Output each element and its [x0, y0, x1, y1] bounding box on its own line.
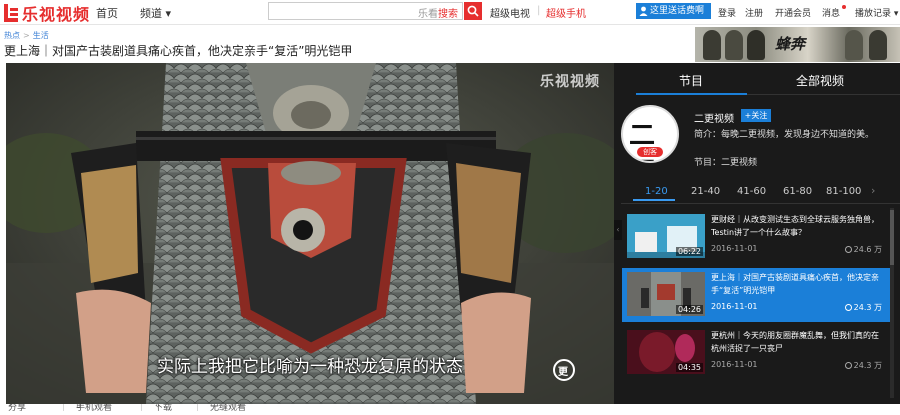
video-date: 2016-11-01: [711, 244, 758, 253]
banner-figure: [725, 30, 743, 60]
avatar-badge: 创客: [637, 147, 663, 157]
search-input[interactable]: [273, 4, 403, 18]
playlist-item[interactable]: 04:35 更杭州｜今天的朋友圈群魔乱舞，但我们真的在杭州活捉了一只丧尸 201…: [622, 326, 890, 380]
promo-user-label: 这里送话费啊: [650, 6, 705, 16]
logo-mark-icon: [4, 3, 18, 22]
channel-avatar[interactable]: 二更 创客: [621, 105, 679, 163]
page-tab-21-40[interactable]: 21-40: [691, 186, 720, 197]
search-icon: [467, 5, 479, 17]
breadcrumb-separator: >: [23, 31, 30, 40]
nav-super-tv-link[interactable]: 超级电视: [490, 5, 530, 20]
video-player[interactable]: 乐视视频 实际上我把它比喻为一种恐龙复原的状态 更: [6, 63, 614, 404]
page-tab-41-60[interactable]: 41-60: [737, 186, 766, 197]
follow-button[interactable]: +关注: [741, 109, 771, 122]
channel-name[interactable]: 二更视频: [694, 110, 734, 125]
active-page-indicator: [633, 199, 675, 201]
action-bar: ↗ 分享 | ▯ 手机观看 | ⇩ 下载 | ▭ 无缝观看: [0, 404, 900, 415]
video-duration: 04:35: [675, 363, 703, 372]
tab-programs[interactable]: 节目: [679, 72, 703, 89]
channel-program: 节目：二更视频: [694, 158, 758, 168]
nav-home-link[interactable]: 首页: [96, 5, 118, 21]
nav-super-phone-link[interactable]: 超级手机: [546, 5, 586, 20]
nav-separator: |: [537, 5, 541, 16]
active-tab-indicator: [636, 93, 747, 95]
page-tab-1-20[interactable]: 1-20: [645, 186, 668, 197]
channel-intro: 简介：每晚二更视频，发现身边不知道的美。: [694, 130, 875, 140]
playlist-item[interactable]: 06:22 更财经｜从改变测试生态到全球云服务独角兽，Testin讲了一个什么故…: [622, 210, 890, 264]
search-button[interactable]: [464, 2, 482, 20]
video-thumbnail: 04:26: [627, 272, 705, 316]
video-title[interactable]: 更杭州｜今天的朋友圈群魔乱舞，但我们真的在杭州活捉了一只丧尸: [711, 329, 883, 355]
video-views: 24.3 万: [844, 302, 882, 313]
video-title[interactable]: 更财经｜从改变测试生态到全球云服务独角兽，Testin讲了一个什么故事？: [711, 213, 883, 239]
message-dot-icon: [842, 5, 846, 9]
banner-figure: [703, 30, 721, 60]
action-separator: |: [62, 404, 66, 412]
action-separator: |: [140, 404, 144, 412]
views-icon: [844, 304, 852, 311]
player-watermark: 乐视视频: [540, 74, 600, 90]
messages-link[interactable]: 消息: [822, 6, 840, 19]
action-separator: |: [196, 404, 200, 412]
playlist-item-current[interactable]: 04:26 更上海｜对国产古装剧道具痛心疾首，他决定亲手“复活”明光铠甲 201…: [622, 268, 890, 322]
open-vip-link[interactable]: 开通会员: [775, 6, 811, 19]
breadcrumb-life[interactable]: 生活: [33, 31, 49, 40]
video-duration: 06:22: [675, 247, 703, 256]
page-tab-81-100[interactable]: 81-100: [826, 186, 861, 197]
search-box: 乐看搜索: [268, 2, 463, 20]
logo-text: 乐视视频: [22, 4, 91, 24]
page-title: 更上海｜对国产古装剧道具痛心疾首，他决定亲手“复活”明光铠甲: [4, 44, 353, 58]
top-nav: 乐视视频 首页 频道 ▾ 乐看搜索 超级电视 | 超级手机 这里送话费啊 登录 …: [0, 0, 900, 25]
banner-title: 蜂奔: [775, 35, 806, 53]
nav-channel-dropdown[interactable]: 频道 ▾: [140, 5, 171, 21]
page-tab-61-80[interactable]: 61-80: [783, 186, 812, 197]
video-title[interactable]: 更上海｜对国产古装剧道具痛心疾首，他决定亲手“复活”明光铠甲: [711, 271, 883, 297]
channel-watermark-icon: 更: [553, 359, 575, 381]
login-link[interactable]: 登录: [718, 6, 736, 19]
sidebar-collapse-toggle[interactable]: ‹: [614, 220, 622, 240]
breadcrumb-hot[interactable]: 热点: [4, 31, 20, 40]
video-date: 2016-11-01: [711, 302, 758, 311]
video-views: 24.6 万: [844, 244, 882, 255]
video-subtitle: 实际上我把它比喻为一种恐龙复原的状态: [157, 357, 463, 377]
user-icon: [639, 6, 648, 16]
video-thumbnail: 04:35: [627, 330, 705, 374]
promo-user-button[interactable]: 这里送话费啊: [636, 3, 711, 19]
video-views: 24.3 万: [844, 360, 882, 371]
video-duration: 04:26: [675, 305, 703, 314]
banner-figure: [869, 30, 887, 60]
breadcrumb: 热点 > 生活: [4, 30, 49, 41]
ad-banner[interactable]: 蜂奔: [695, 27, 900, 62]
search-hint: 乐看搜索: [418, 9, 458, 20]
register-link[interactable]: 注册: [745, 6, 763, 19]
banner-figure: [747, 30, 765, 60]
video-date: 2016-11-01: [711, 360, 758, 369]
channel-watermark-text: 更: [558, 367, 568, 378]
banner-figure: [845, 30, 863, 60]
letv-logo[interactable]: 乐视视频: [4, 2, 91, 24]
tab-all-videos[interactable]: 全部视频: [796, 72, 844, 89]
video-thumbnail: 06:22: [627, 214, 705, 258]
views-icon: [844, 362, 852, 369]
views-icon: [844, 246, 852, 253]
page-divider: [621, 203, 900, 204]
playlist-scroll-thumb[interactable]: [890, 210, 894, 265]
play-history-dropdown[interactable]: 播放记录 ▾: [855, 6, 898, 19]
page-next-icon[interactable]: ›: [871, 184, 875, 197]
